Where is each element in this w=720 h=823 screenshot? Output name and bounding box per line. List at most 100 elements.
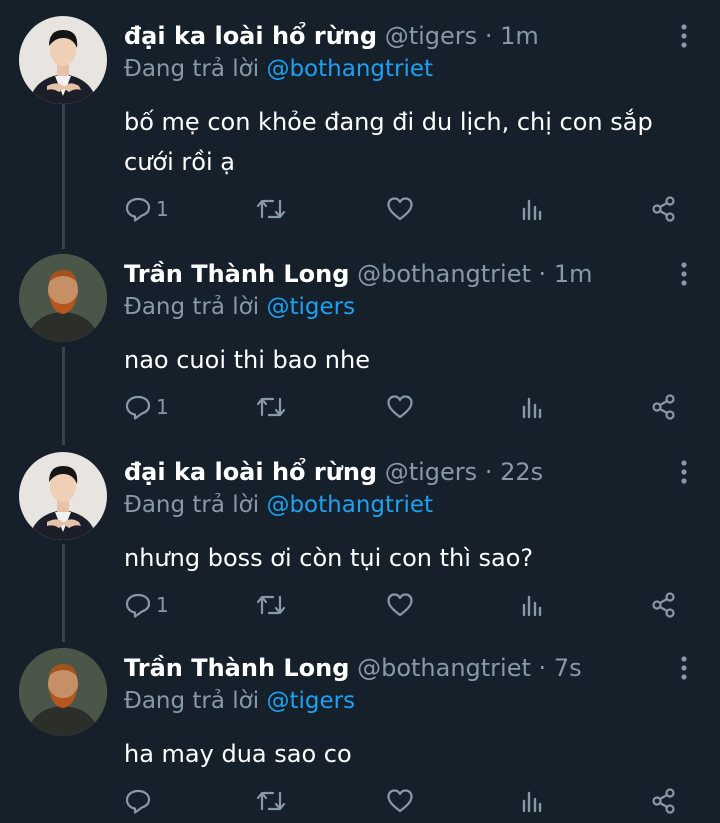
tweet-actions: 1: [0, 588, 720, 622]
tweet-text: nao cuoi thi bao nhe: [124, 346, 370, 374]
reply-button[interactable]: 1: [124, 390, 169, 424]
tweet-thread: đại ka loài hổ rừng @tigers · 1m Đang tr…: [0, 0, 720, 823]
avatar[interactable]: [19, 16, 107, 104]
retweet-button[interactable]: [256, 192, 286, 226]
van-gogh-portrait-avatar-image: [19, 648, 107, 736]
more-vertical-icon[interactable]: [672, 456, 696, 488]
reply-icon: [125, 197, 151, 222]
tweet-header: Trần Thành Long @bothangtriet · 1m: [124, 258, 592, 290]
tweet-header: đại ka loài hổ rừng @tigers · 22s: [124, 456, 543, 488]
avatar[interactable]: [19, 452, 107, 540]
tweet-header: đại ka loài hổ rừng @tigers · 1m: [124, 20, 539, 52]
reply-count: 1: [156, 593, 169, 617]
heart-icon: [387, 197, 413, 221]
tweet[interactable]: đại ka loài hổ rừng @tigers · 1m Đang tr…: [0, 16, 720, 236]
retweet-icon: [256, 199, 286, 219]
analytics-icon: [522, 595, 542, 617]
timestamp[interactable]: 22s: [500, 458, 543, 486]
timestamp[interactable]: 7s: [554, 654, 582, 682]
retweet-button[interactable]: [256, 390, 286, 424]
tweet-text: nhưng boss ơi còn tụi con thì sao?: [124, 544, 534, 572]
tweet-header: Trần Thành Long @bothangtriet · 7s: [124, 652, 582, 684]
like-button[interactable]: [386, 390, 414, 424]
mention-link[interactable]: @bothangtriet: [266, 492, 433, 518]
timestamp[interactable]: 1m: [500, 22, 539, 50]
like-button[interactable]: [386, 192, 414, 226]
van-gogh-portrait-avatar-image: [19, 254, 107, 342]
tweet-actions: 1: [0, 390, 720, 424]
retweet-icon: [256, 595, 286, 615]
share-icon: [652, 196, 675, 222]
tweet[interactable]: Trần Thành Long @bothangtriet · 1m Đang …: [0, 254, 720, 434]
tweet-text: ha may dua sao co: [124, 740, 352, 768]
mention-link[interactable]: @tigers: [266, 294, 355, 320]
reply-icon: [125, 789, 151, 814]
reply-button[interactable]: 1: [124, 192, 169, 226]
analytics-button[interactable]: [518, 784, 546, 818]
mention-link[interactable]: @tigers: [266, 688, 355, 714]
user-handle[interactable]: @tigers: [385, 22, 477, 50]
tweet-text: bố mẹ con khỏe đang đi du lịch, chị con …: [124, 108, 653, 176]
heart-icon: [387, 395, 413, 419]
reply-button[interactable]: [124, 784, 156, 818]
display-name[interactable]: Trần Thành Long: [124, 260, 349, 288]
display-name[interactable]: đại ka loài hổ rừng: [124, 458, 377, 486]
tweet-actions: [0, 784, 720, 818]
like-button[interactable]: [386, 588, 414, 622]
reply-count: 1: [156, 197, 169, 221]
separator: ·: [484, 22, 493, 50]
user-handle[interactable]: @bothangtriet: [357, 260, 531, 288]
display-name[interactable]: đại ka loài hổ rừng: [124, 22, 377, 50]
tweet[interactable]: đại ka loài hổ rừng @tigers · 22s Đang t…: [0, 452, 720, 632]
young-man-avatar-image: [19, 452, 107, 540]
heart-icon: [387, 593, 413, 617]
analytics-icon: [522, 791, 542, 813]
retweet-icon: [256, 397, 286, 417]
user-handle[interactable]: @tigers: [385, 458, 477, 486]
share-icon: [652, 394, 675, 420]
replying-prefix: Đang trả lời: [124, 294, 260, 320]
replying-to: Đang trả lời @tigers: [124, 292, 355, 322]
heart-icon: [387, 789, 413, 813]
retweet-icon: [256, 791, 286, 811]
tweet-actions: 1: [0, 192, 720, 226]
young-man-avatar-image: [19, 16, 107, 104]
separator: ·: [538, 260, 547, 288]
replying-to: Đang trả lời @bothangtriet: [124, 490, 433, 520]
retweet-button[interactable]: [256, 784, 286, 818]
separator: ·: [484, 458, 493, 486]
separator: ·: [538, 654, 547, 682]
replying-prefix: Đang trả lời: [124, 688, 260, 714]
retweet-button[interactable]: [256, 588, 286, 622]
display-name[interactable]: Trần Thành Long: [124, 654, 349, 682]
share-icon: [652, 592, 675, 618]
share-button[interactable]: [650, 390, 678, 424]
replying-prefix: Đang trả lời: [124, 492, 260, 518]
replying-to: Đang trả lời @tigers: [124, 686, 355, 716]
more-vertical-icon[interactable]: [672, 652, 696, 684]
more-vertical-icon[interactable]: [672, 258, 696, 290]
tweet[interactable]: Trần Thành Long @bothangtriet · 7s Đang …: [0, 648, 720, 823]
share-icon: [652, 788, 675, 814]
timestamp[interactable]: 1m: [554, 260, 593, 288]
avatar[interactable]: [19, 648, 107, 736]
share-button[interactable]: [650, 588, 678, 622]
share-button[interactable]: [650, 784, 678, 818]
reply-icon: [125, 395, 151, 420]
user-handle[interactable]: @bothangtriet: [357, 654, 531, 682]
analytics-icon: [522, 397, 542, 419]
replying-prefix: Đang trả lời: [124, 56, 260, 82]
more-vertical-icon[interactable]: [672, 20, 696, 52]
avatar[interactable]: [19, 254, 107, 342]
mention-link[interactable]: @bothangtriet: [266, 56, 433, 82]
replying-to: Đang trả lời @bothangtriet: [124, 54, 433, 84]
analytics-button[interactable]: [518, 588, 546, 622]
reply-button[interactable]: 1: [124, 588, 169, 622]
reply-icon: [125, 593, 151, 618]
reply-count: 1: [156, 395, 169, 419]
analytics-icon: [522, 199, 542, 221]
share-button[interactable]: [650, 192, 678, 226]
analytics-button[interactable]: [518, 390, 546, 424]
like-button[interactable]: [386, 784, 414, 818]
analytics-button[interactable]: [518, 192, 546, 226]
